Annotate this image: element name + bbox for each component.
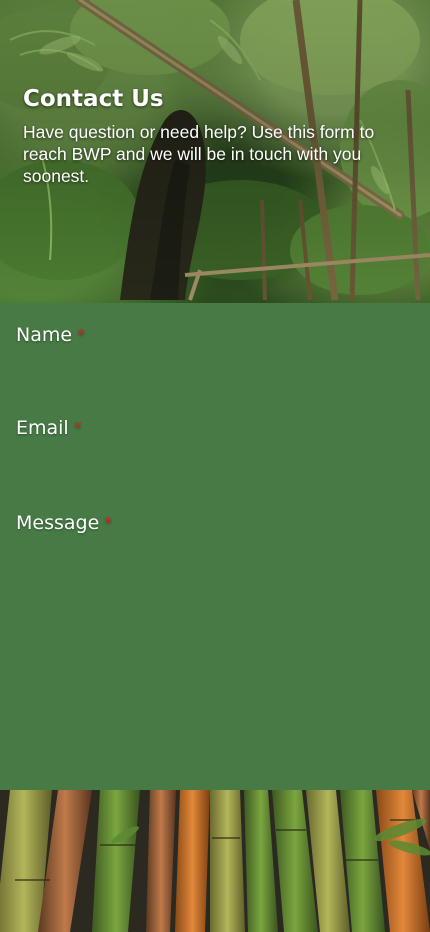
message-label-text: Message	[16, 512, 100, 534]
email-input[interactable]	[16, 448, 414, 496]
email-field-group: Email *	[16, 416, 414, 496]
message-textarea[interactable]	[16, 543, 414, 743]
contact-form: Name * Email * Message *	[0, 303, 430, 790]
bamboo-footer-image	[0, 790, 430, 932]
message-label: Message *	[16, 511, 112, 535]
name-input[interactable]	[16, 355, 414, 403]
name-field-group: Name *	[16, 323, 414, 403]
name-label: Name *	[16, 323, 85, 347]
required-indicator: *	[104, 513, 113, 532]
required-indicator: *	[73, 418, 82, 437]
message-field-group: Message *	[16, 511, 414, 743]
bamboo-poles-image	[0, 790, 430, 932]
email-label-text: Email	[16, 417, 69, 439]
page-title: Contact Us	[23, 86, 164, 112]
hero-banner: Contact Us Have question or need help? U…	[0, 0, 430, 303]
name-label-text: Name	[16, 324, 73, 346]
required-indicator: *	[77, 325, 86, 344]
page-subtitle: Have question or need help? Use this for…	[23, 122, 375, 186]
email-label: Email *	[16, 416, 82, 440]
